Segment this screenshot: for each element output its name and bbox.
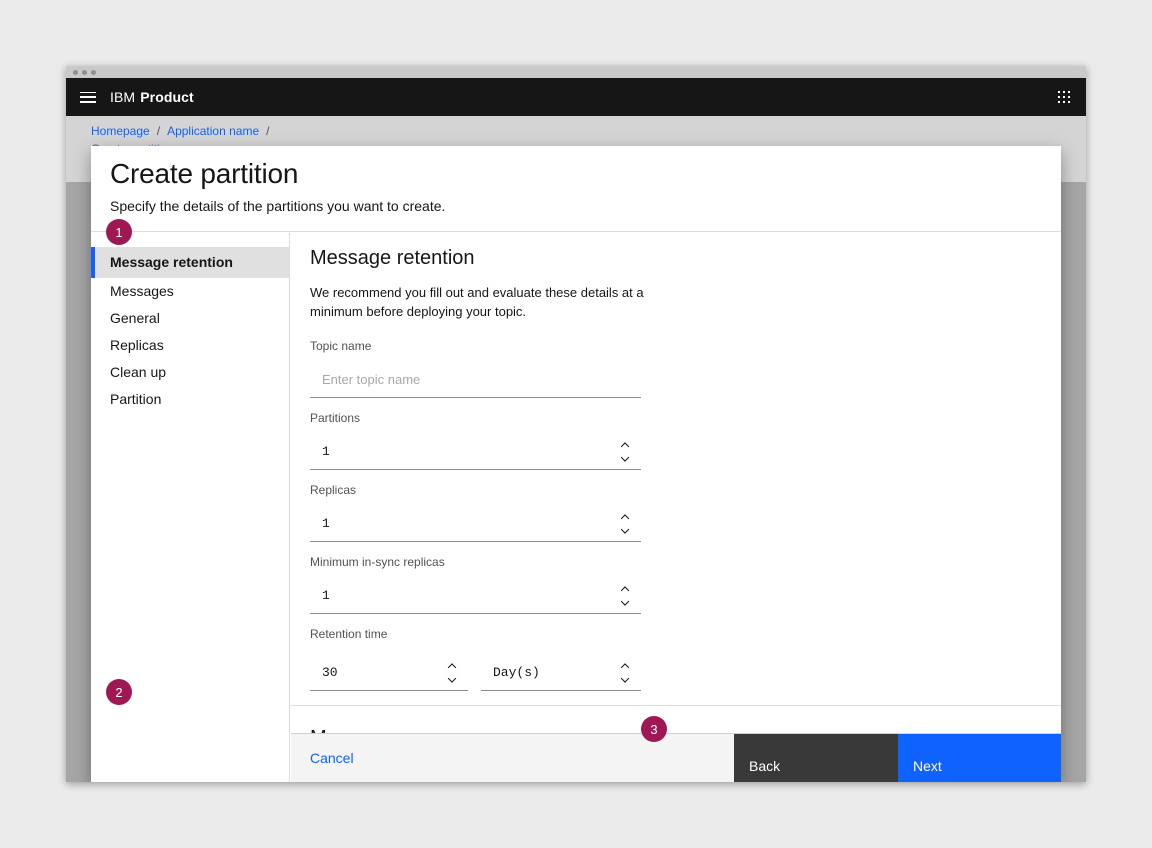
stepper-icon[interactable]: [447, 662, 457, 683]
window-dot-icon: [91, 70, 96, 75]
window-dot-icon: [73, 70, 78, 75]
retention-value-input[interactable]: [310, 654, 468, 691]
breadcrumb-link-homepage[interactable]: Homepage: [91, 124, 150, 138]
stepper-icon[interactable]: [620, 441, 630, 462]
nav-item-replicas[interactable]: Replicas: [91, 332, 289, 359]
breadcrumb: Homepage / Application name /: [91, 124, 1086, 138]
section-heading: Message retention: [310, 247, 1061, 270]
min-insync-field: Minimum in-sync replicas: [310, 555, 641, 614]
retention-label: Retention time: [310, 627, 641, 641]
breadcrumb-separator: /: [266, 124, 269, 138]
step-nav: Message retention Messages General Repli…: [91, 247, 289, 413]
tearsheet-header: Create partition Specify the details of …: [91, 146, 1061, 232]
section-divider: [291, 705, 1061, 706]
replicas-field: Replicas: [310, 483, 641, 542]
cancel-button[interactable]: Cancel: [310, 750, 354, 766]
app-header: IBM Product: [66, 78, 1086, 116]
breadcrumb-link-application-name[interactable]: Application name: [167, 124, 259, 138]
stepper-icon[interactable]: [620, 662, 630, 683]
page-background: Homepage / Application name / Create par…: [66, 116, 1086, 782]
window-dot-icon: [82, 70, 87, 75]
annotation-badge-3: 3: [641, 716, 667, 742]
partitions-label: Partitions: [310, 411, 641, 425]
menu-button[interactable]: [66, 78, 110, 116]
stepper-icon[interactable]: [620, 585, 630, 606]
nav-item-message-retention[interactable]: Message retention: [91, 247, 289, 278]
topic-name-input[interactable]: [310, 361, 641, 398]
partitions-input[interactable]: [310, 433, 641, 470]
breadcrumb-separator: /: [157, 124, 160, 138]
browser-window: IBM Product Homepage / Application name /…: [66, 66, 1086, 782]
create-tearsheet: 1 2 3 Create partition Specify the detai…: [91, 146, 1061, 782]
topic-name-field: Topic name: [310, 339, 641, 398]
topic-name-label: Topic name: [310, 339, 641, 353]
brand: IBM Product: [110, 89, 194, 105]
min-insync-label: Minimum in-sync replicas: [310, 555, 641, 569]
replicas-label: Replicas: [310, 483, 641, 497]
tearsheet-body: Message retention Messages General Repli…: [91, 233, 1061, 782]
app-switcher-button[interactable]: [1042, 78, 1086, 116]
hamburger-icon: [80, 92, 96, 103]
retention-unit-select[interactable]: [481, 654, 641, 691]
brand-name: Product: [140, 89, 194, 105]
nav-item-partition[interactable]: Partition: [91, 386, 289, 413]
min-insync-input[interactable]: [310, 577, 641, 614]
next-button[interactable]: Next: [898, 734, 1061, 783]
retention-field: Retention time: [310, 627, 641, 691]
partitions-field: Partitions: [310, 411, 641, 470]
nav-item-messages[interactable]: Messages: [91, 278, 289, 305]
tearsheet-title: Create partition: [110, 158, 1061, 190]
tearsheet-subtitle: Specify the details of the partitions yo…: [110, 198, 1061, 214]
annotation-badge-1: 1: [106, 219, 132, 245]
annotation-badge-2: 2: [106, 679, 132, 705]
stepper-icon[interactable]: [620, 513, 630, 534]
brand-prefix: IBM: [110, 89, 135, 105]
form-fields: Topic name Partitions: [310, 339, 1061, 691]
form-content: Message retention We recommend you fill …: [291, 233, 1061, 733]
replicas-input[interactable]: [310, 505, 641, 542]
app-switcher-icon: [1058, 91, 1071, 104]
window-titlebar: [66, 66, 1086, 78]
nav-item-clean-up[interactable]: Clean up: [91, 359, 289, 386]
back-button[interactable]: Back: [734, 734, 898, 783]
footer-buttons: Back Next: [734, 734, 1061, 783]
nav-item-general[interactable]: General: [91, 305, 289, 332]
tearsheet-footer: Cancel Back Next: [291, 733, 1061, 782]
section-description: We recommend you fill out and evaluate t…: [310, 283, 660, 321]
